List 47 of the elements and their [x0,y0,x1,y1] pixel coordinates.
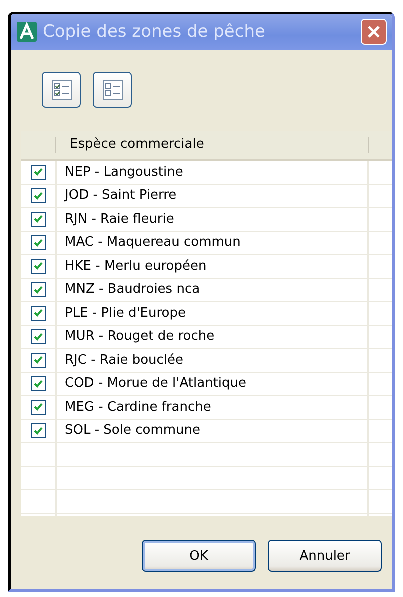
check-icon [34,309,42,318]
check-icon [34,215,42,224]
checkbox[interactable] [30,212,46,227]
check-icon [34,168,42,176]
species-cell: SOL - Sole commune [57,420,369,442]
checkbox[interactable] [30,282,46,298]
checkbox[interactable] [30,423,46,438]
species-cell: JOD - Saint Pierre [57,184,369,207]
check-icon [34,403,42,412]
species-cell: COD - Morue de l'Atlantique [57,372,369,395]
checkbox[interactable] [30,352,46,368]
species-cell: NEP - Langoustine [57,161,369,184]
ok-button[interactable]: OK [142,540,256,572]
species-cell: HKE - Merlu européen [57,255,369,278]
checkbox[interactable] [30,329,46,344]
check-icon [34,238,42,247]
checkbox[interactable] [30,400,46,415]
empty-list-icon [102,80,122,100]
close-icon [367,25,381,39]
species-cell: MUR - Rouget de roche [57,326,369,348]
check-icon [34,332,42,341]
window-title: Copie des zones de pêche [43,22,266,42]
check-icon [34,426,42,435]
check-all-button[interactable] [42,72,81,108]
check-icon [34,356,42,364]
checkbox[interactable] [30,258,46,274]
checkbox[interactable] [30,376,46,392]
close-button[interactable] [361,19,387,45]
species-cell: PLE - Plie d'Europe [57,302,369,324]
uncheck-all-button[interactable] [93,72,132,108]
species-cell: MAC - Maquereau commun [57,232,369,254]
cancel-button[interactable]: Annuler [268,540,382,572]
species-cell: MNZ - Baudroies nca [57,278,369,301]
column-header: Espèce commerciale [69,137,204,152]
check-icon [34,192,42,200]
check-list-icon [52,80,72,100]
species-cell: RJC - Raie bouclée [57,349,369,372]
check-icon [34,262,42,270]
species-cell: MEG - Cardine franche [57,396,369,418]
checkbox[interactable] [30,306,46,321]
app-icon [17,22,37,42]
checkbox[interactable] [30,235,46,250]
species-cell: RJN - Raie fleurie [57,208,369,230]
check-icon [34,286,42,294]
checkbox[interactable] [30,188,46,204]
checkbox[interactable] [30,164,46,180]
check-icon [34,380,42,388]
